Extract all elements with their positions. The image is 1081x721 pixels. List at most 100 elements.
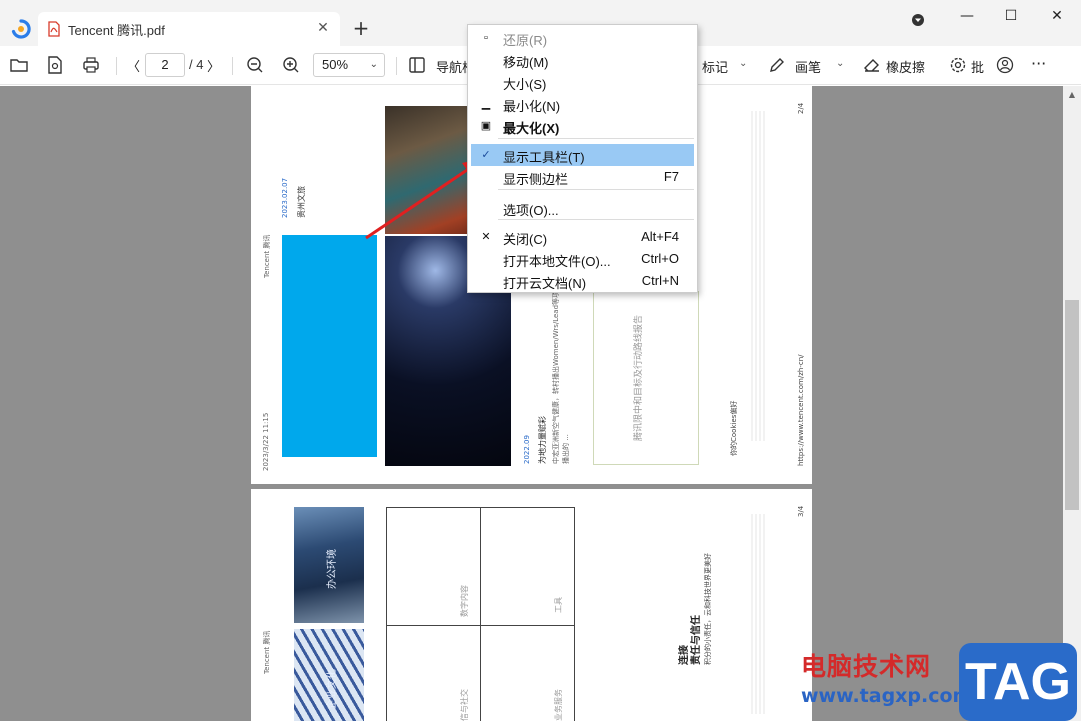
gear-icon[interactable] [948,55,968,75]
menu-item-shortcut: Ctrl+O [641,251,679,266]
report-frame-title: 腾讯限中和目标及行动路线报告 [634,314,644,441]
menu-item: ▫ 还原(R) [468,27,699,49]
maximize-button[interactable]: ☐ [1001,6,1021,26]
watermark-tag-logo: TAG [959,643,1077,721]
sidebar-toggle-icon[interactable] [407,55,427,75]
menu-item[interactable]: 打开云文档(N) Ctrl+N [468,270,699,292]
menu-item-label: 移动(M) [503,55,549,70]
chevron-down-icon[interactable]: ⌄ [739,58,747,69]
menu-item[interactable]: 大小(S) [468,71,699,93]
menu-item[interactable]: 显示侧边栏 F7 [468,166,699,188]
page-total: / 4 [189,57,204,72]
close-button[interactable]: ✕ [1047,6,1067,26]
toolbar-divider [116,57,117,75]
caption-body: 中宏亚洲新空气健康，转村播出Women/Wrs/Lead等项目 分享播出的 ..… [552,267,570,464]
menu-item[interactable]: ✕ 关闭(C) Alt+F4 [468,226,699,248]
pdf-file-icon [48,21,60,37]
photo-label-office: 办公环境 [327,549,338,589]
menu-item-label: 最大化(X) [503,121,560,136]
toolbar-divider [396,57,397,75]
menu-item[interactable]: ▁ 最小化(N) [468,93,699,115]
menu-item-label: 显示工具栏(T) [503,150,585,165]
pdf-page-2: Tencent 腾讯 办公环境 企业文化 数字内容 工具 信与社交 业务服务 连… [251,489,812,721]
more-options-icon[interactable]: ··· [1031,54,1046,73]
menu-item[interactable]: 打开本地文件(O)... Ctrl+O [468,248,699,270]
page-number-input[interactable]: 2 [145,53,185,77]
chevron-down-icon: ⌄ [369,59,378,70]
page-side-title: 贵州文旅 [297,186,306,218]
toolbar-divider [232,57,233,75]
caption-date: 2022.09 [523,435,531,464]
scrollbar-thumb[interactable] [1065,300,1079,510]
prev-page-button[interactable]: 〈 [127,56,140,75]
document-tab[interactable]: Tencent 腾讯.pdf ✕ [38,12,340,46]
cell-label: 工具 [554,597,563,613]
menu-item-label: 打开本地文件(O)... [503,254,611,269]
menu-item-shortcut: Ctrl+N [641,273,679,288]
menu-item-shortcut: F7 [663,169,679,184]
site-watermark: 电脑技术网 www.tagxp.com TAG [799,643,1081,721]
zoom-value: 50% [322,57,349,72]
caption-title: 为地力量赋彩 [538,416,547,464]
user-menu-icon[interactable] [908,10,928,30]
page-brand: Tencent 腾讯 [263,234,271,278]
cell-label: 数字内容 [460,585,469,617]
menu-item-label: 还原(R) [503,33,548,48]
page-date-bottom: 2023/3/22 11:15 [262,412,270,471]
new-tab-button[interactable]: + [352,18,370,38]
eraser-icon[interactable] [862,55,882,75]
cover-color-block [282,235,377,457]
cookie-note: 你的Cookies偏好 [730,400,738,456]
app-logo-icon [11,19,31,39]
photo-label-culture: 企业文化 [327,669,338,709]
pen-icon[interactable] [767,55,787,75]
menu-item[interactable]: 移动(M) [468,49,699,71]
menu-item[interactable]: 选项(O)... [468,197,699,219]
close-icon: ✕ [481,231,491,243]
checkmark-icon: ✓ [481,149,491,161]
eraser-tool-button[interactable]: 橡皮擦 [886,57,925,76]
zoom-out-icon[interactable] [245,55,265,75]
menu-item-label: 大小(S) [503,77,547,92]
next-page-button[interactable]: 〉 [207,56,220,75]
tab-title: Tencent 腾讯.pdf [68,22,165,38]
cell-label: 信与社交 [460,689,469,721]
zoom-in-icon[interactable] [281,55,301,75]
tab-close-icon[interactable]: ✕ [316,21,330,35]
mark-tool-button[interactable]: 标记 [702,57,728,76]
watermark-site-name: 电脑技术网 [801,652,932,681]
restore-icon: ▫ [484,32,488,44]
page-body-text [751,111,765,441]
page-url: https://www.tencent.com/zh-cn/ [797,354,805,467]
page-body-text [751,514,765,714]
menu-separator [498,219,694,220]
zoom-select[interactable]: 50% ⌄ [313,53,385,77]
page-brand: Tencent 腾讯 [263,630,271,674]
page-date-top: 2023.02.07 [281,177,289,218]
menu-item-label: 显示侧边栏 [503,172,569,187]
section-tagline: 积分的小责任，云和科技世界更美好 [704,553,712,665]
report-frame [593,291,699,465]
menu-item-label: 打开云文档(N) [503,276,587,291]
account-icon[interactable] [995,55,1015,75]
menu-item-label: 选项(O)... [503,203,559,218]
minimize-button[interactable]: — [957,6,977,26]
maximize-icon: ▣ [480,120,492,132]
page-number-label: 3/4 [797,505,805,517]
scroll-up-arrow-icon[interactable]: ▲ [1066,90,1078,100]
print-icon[interactable] [81,55,101,75]
menu-item-label: 最小化(N) [503,99,561,114]
menu-item-shortcut: Alt+F4 [641,229,679,244]
section-subtitle: 责任与信任 [691,615,702,665]
menu-item[interactable]: ▣ 最大化(X) [468,115,699,137]
pen-tool-button[interactable]: 画笔 [795,57,821,76]
annotate-button[interactable]: 批 [971,57,984,76]
menu-item[interactable]: ✓ 显示工具栏(T) [471,144,694,166]
cell-label: 业务服务 [554,689,563,721]
save-file-icon[interactable] [45,55,65,75]
watermark-url: www.tagxp.com [801,685,973,707]
folder-icon[interactable] [9,55,29,75]
minimize-icon: ▁ [481,98,491,110]
chevron-down-icon[interactable]: ⌄ [836,58,844,69]
menu-separator [498,138,694,139]
